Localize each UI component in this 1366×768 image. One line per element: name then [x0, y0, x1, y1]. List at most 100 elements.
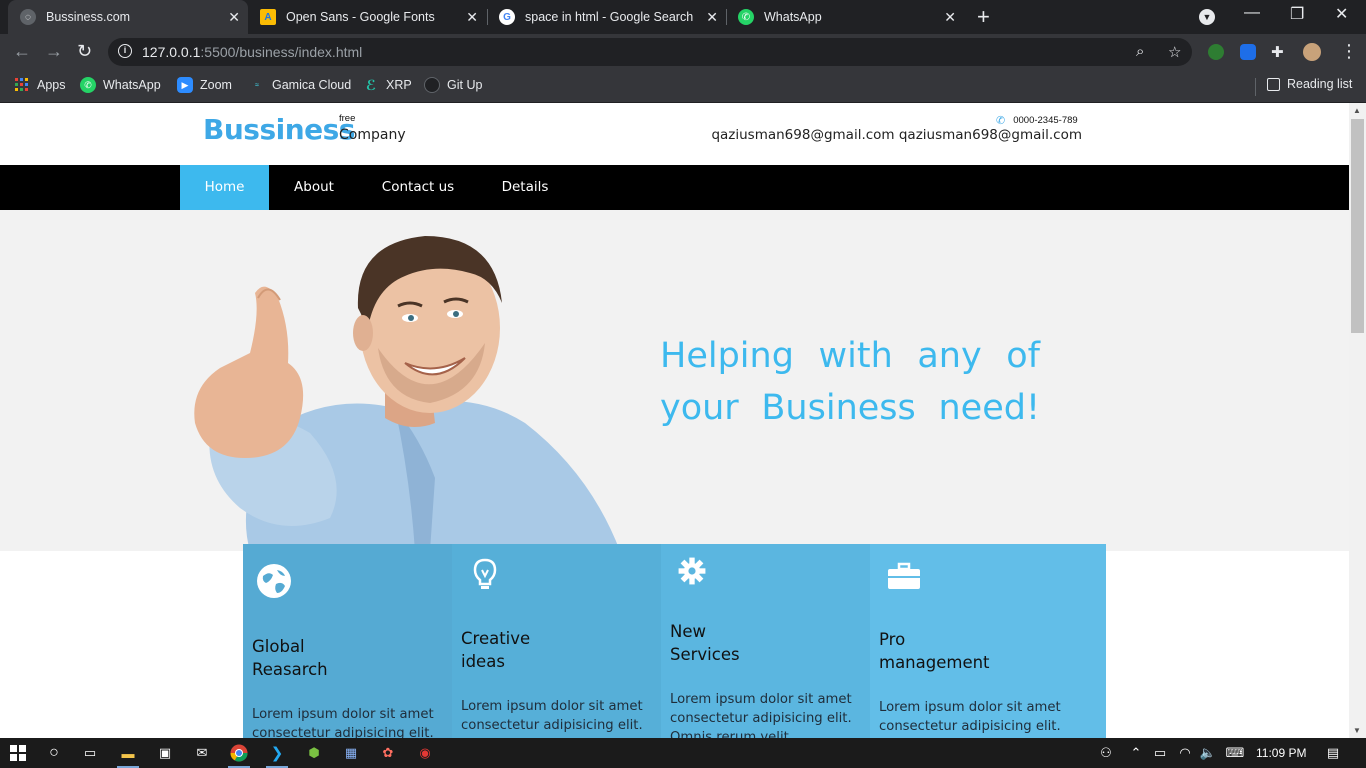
- tray-expand-icon[interactable]: ⌃: [1127, 744, 1145, 762]
- extension-icon[interactable]: [1240, 44, 1256, 60]
- nodejs-icon[interactable]: ⬢: [305, 744, 323, 762]
- service-title: Global Reasarch: [252, 637, 328, 679]
- service-title: Creative ideas: [461, 629, 531, 671]
- whatsapp-favicon-icon: ✆: [738, 9, 754, 25]
- reading-list-label: Reading list: [1287, 77, 1353, 91]
- back-icon[interactable]: ←: [13, 41, 31, 62]
- bookmark-label: WhatsApp: [103, 78, 161, 92]
- nav-details[interactable]: Details: [477, 165, 573, 210]
- nav-home[interactable]: Home: [180, 165, 269, 210]
- chrome-taskbar-icon[interactable]: [230, 744, 248, 762]
- site-info-icon[interactable]: i: [118, 44, 132, 58]
- services-row: Global Reasarch Lorem ipsum dolor sit ame…: [243, 544, 1106, 738]
- tab-title: WhatsApp: [764, 10, 822, 24]
- site-logo[interactable]: Bussiness: [203, 113, 355, 146]
- close-tab-icon[interactable]: ✕: [944, 9, 956, 26]
- battery-icon[interactable]: ▭: [1151, 744, 1169, 762]
- tab-title: Bussiness.com: [46, 10, 131, 24]
- task-view-icon[interactable]: ▭: [81, 744, 99, 762]
- bookmark-label: XRP: [386, 78, 412, 92]
- service-title: New Services: [670, 622, 740, 664]
- logo-company: Company: [339, 127, 406, 143]
- hero-title: Helping with any of your Business need!: [660, 336, 1040, 428]
- tab-search-icon[interactable]: ▼: [1199, 9, 1215, 25]
- browser-tab-strip: ◌ Bussiness.com ✕ A Open Sans - Google F…: [0, 0, 1366, 34]
- tab-whatsapp[interactable]: ✆ WhatsApp ✕: [726, 0, 964, 34]
- bookmarks-separator: [1255, 78, 1256, 96]
- reading-list-button[interactable]: Reading list: [1267, 77, 1352, 91]
- volume-icon[interactable]: 🔈: [1199, 744, 1217, 762]
- restore-icon[interactable]: ❐: [1290, 4, 1304, 24]
- people-icon[interactable]: ⚇: [1097, 744, 1115, 762]
- page-scrollbar[interactable]: ▲ ▼: [1349, 103, 1366, 738]
- action-center-icon[interactable]: ▤: [1324, 744, 1342, 762]
- vscode-icon[interactable]: ❯: [268, 744, 286, 762]
- tab-google-search[interactable]: G space in html - Google Search ✕: [487, 0, 726, 34]
- hero-person-image: [194, 236, 620, 551]
- gamica-icon: ≈: [255, 81, 259, 89]
- nav-contact[interactable]: Contact us: [359, 165, 477, 210]
- taskbar-clock[interactable]: 11:09 PM: [1256, 746, 1306, 760]
- extensions-puzzle-icon[interactable]: ✚: [1271, 43, 1284, 61]
- menu-kebab-icon[interactable]: ⋮: [1340, 41, 1358, 62]
- windows-start-icon[interactable]: [9, 744, 27, 762]
- bookmark-gitup[interactable]: Git Up: [424, 77, 482, 93]
- bookmark-apps[interactable]: Apps: [14, 77, 66, 93]
- minimize-icon[interactable]: —: [1244, 4, 1260, 22]
- globe-icon: [257, 564, 291, 598]
- url-text[interactable]: 127.0.0.1:5500/business/index.html: [142, 44, 362, 60]
- bookmark-zoom[interactable]: ▶ Zoom: [177, 77, 232, 93]
- bookmark-xrp[interactable]: ℰ XRP: [363, 77, 412, 93]
- tab-title: space in html - Google Search: [525, 10, 694, 24]
- xrp-icon: ℰ: [365, 76, 377, 93]
- keyboard-layout-icon[interactable]: ⌨: [1226, 744, 1245, 762]
- tab-open-sans[interactable]: A Open Sans - Google Fonts ✕: [248, 0, 486, 34]
- nav-about[interactable]: About: [269, 165, 359, 210]
- gear-icon: [678, 557, 706, 585]
- scroll-up-icon[interactable]: ▲: [1353, 106, 1361, 115]
- bookmark-label: Git Up: [447, 78, 483, 92]
- close-tab-icon[interactable]: ✕: [228, 9, 240, 26]
- keyboard-app-icon[interactable]: ▦: [342, 744, 360, 762]
- paint-app-icon[interactable]: ✿: [379, 744, 397, 762]
- close-tab-icon[interactable]: ✕: [706, 9, 718, 26]
- phone-number: 0000-2345-789: [1013, 115, 1078, 126]
- main-nav: Home About Contact us Details: [0, 165, 1349, 210]
- service-card-services: New Services Lorem ipsum dolor sit amet c…: [661, 544, 870, 738]
- page-viewport: Bussiness free Company ✆ 0000-2345-789 q…: [0, 103, 1349, 738]
- reload-icon[interactable]: ↻: [77, 41, 92, 62]
- scroll-down-icon[interactable]: ▼: [1353, 726, 1361, 735]
- search-circle-icon[interactable]: ○: [45, 744, 63, 762]
- bookmark-whatsapp[interactable]: ✆ WhatsApp: [80, 77, 161, 93]
- zoom-icon[interactable]: ⌕: [1136, 43, 1144, 60]
- profile-avatar[interactable]: [1303, 43, 1321, 61]
- close-window-icon[interactable]: ✕: [1335, 4, 1348, 24]
- extension-icon[interactable]: [1208, 44, 1224, 60]
- wifi-icon[interactable]: ◠: [1176, 744, 1194, 762]
- windows-taskbar: ○ ▭ ▬ ▣ ✉ ❯ ⬢ ▦ ✿ ◉ ⚇ ⌃ ▭ ◠ 🔈 ⌨ 11:09 PM…: [0, 738, 1366, 768]
- file-explorer-icon[interactable]: ▬: [119, 744, 137, 762]
- phone-icon: ✆: [996, 115, 1006, 127]
- close-tab-icon[interactable]: ✕: [466, 9, 478, 26]
- zoom-camera-icon: ▶: [177, 77, 193, 93]
- mail-icon[interactable]: ✉: [193, 744, 211, 762]
- lightbulb-icon: [473, 558, 497, 589]
- store-icon[interactable]: ▣: [156, 744, 174, 762]
- bookmark-gamica[interactable]: ≈ Gamica Cloud: [249, 77, 351, 93]
- recorder-app-icon[interactable]: ◉: [416, 744, 434, 762]
- new-tab-icon[interactable]: +: [977, 4, 990, 30]
- globe-favicon-icon: ◌: [20, 9, 36, 25]
- github-icon: [424, 77, 440, 93]
- service-text: Lorem ipsum dolor sit amet consectetur a…: [670, 692, 852, 738]
- bookmark-label: Gamica Cloud: [272, 78, 352, 92]
- service-card-global: Global Reasarch Lorem ipsum dolor sit ame…: [243, 544, 452, 738]
- forward-icon[interactable]: →: [45, 41, 63, 62]
- bookmark-star-icon[interactable]: ☆: [1168, 43, 1181, 61]
- tab-bussiness[interactable]: ◌ Bussiness.com ✕: [8, 0, 248, 34]
- service-card-creative: Creative ideas Lorem ipsum dolor sit amet…: [452, 544, 661, 738]
- scrollbar-thumb[interactable]: [1351, 119, 1364, 333]
- address-bar[interactable]: i 127.0.0.1:5500/business/index.html ⌕ ☆: [108, 38, 1192, 66]
- logo-tagline: free: [339, 113, 356, 124]
- apps-grid-icon: [14, 77, 30, 93]
- google-fonts-favicon-icon: A: [260, 9, 276, 25]
